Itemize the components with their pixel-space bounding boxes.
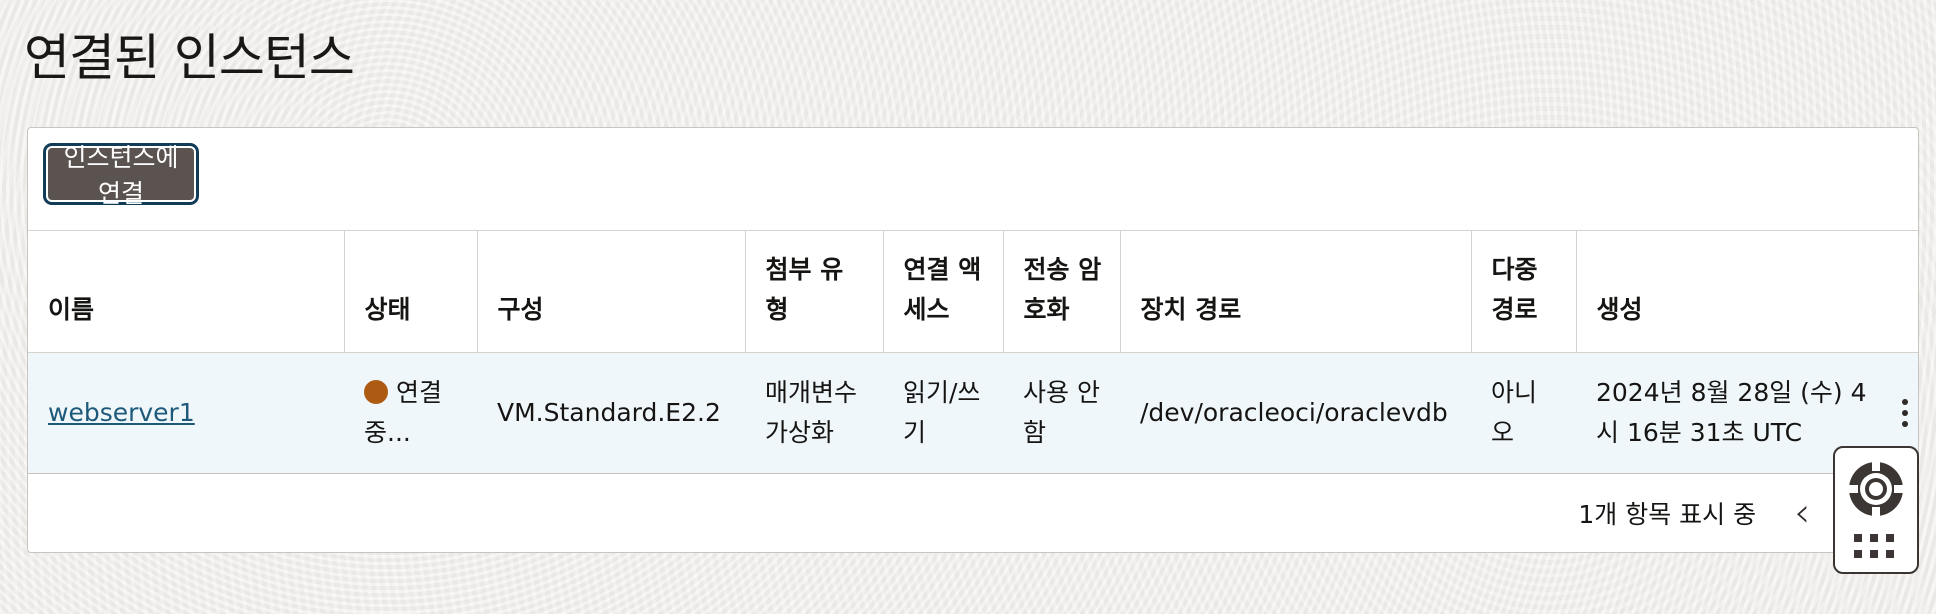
column-header-shape[interactable]: 구성 — [477, 230, 746, 353]
attached-instances-table: 이름 상태 구성 첨부 유형 연결 액세스 전송 암호화 장치 경로 다중 경로… — [28, 230, 1918, 474]
help-widget[interactable] — [1833, 446, 1919, 574]
cell-multipath: 아니오 — [1471, 352, 1576, 474]
column-header-state[interactable]: 상태 — [344, 230, 478, 353]
pagination: 1개 항목 표시 중 ‹ 1 — [28, 473, 1918, 552]
cell-encryption: 사용 안함 — [1003, 352, 1120, 474]
page-title: 연결된 인스턴스 — [24, 29, 355, 87]
items-count: 1개 항목 표시 중 — [1578, 500, 1757, 529]
cell-access: 읽기/쓰기 — [883, 352, 1003, 474]
attach-instance-button[interactable]: 인스턴스에 연결 — [46, 143, 196, 208]
created-text: 2024년 8월 28일 (수) 4시 16분 31초 UTC — [1596, 378, 1867, 447]
cell-device-path: /dev/oracleoci/oraclevdb — [1120, 352, 1471, 474]
column-header-name[interactable]: 이름 — [28, 230, 345, 353]
toolbar: 인스턴스에 연결 — [28, 128, 1918, 230]
cell-state: 연결 중... — [344, 352, 477, 474]
column-header-created[interactable]: 생성 — [1576, 230, 1918, 353]
grid-icon[interactable] — [1854, 534, 1898, 562]
cell-attachment-type: 매개변수 가상화 — [745, 352, 883, 474]
column-header-attachment-type[interactable]: 첨부 유형 — [745, 230, 884, 353]
column-header-encryption[interactable]: 전송 암호화 — [1003, 230, 1121, 353]
instance-link[interactable]: webserver1 — [48, 398, 195, 427]
table-row: webserver1 연결 중... VM.Standard.E2.2 매개변수… — [28, 352, 1918, 474]
column-header-device-path[interactable]: 장치 경로 — [1120, 230, 1472, 353]
attached-instances-panel: 인스턴스에 연결 이름 상태 구성 첨부 유형 연결 액세스 전송 암호화 장치… — [27, 127, 1919, 553]
cell-shape: VM.Standard.E2.2 — [477, 352, 745, 474]
table-header-row: 이름 상태 구성 첨부 유형 연결 액세스 전송 암호화 장치 경로 다중 경로… — [28, 230, 1918, 353]
status-dot-icon — [364, 380, 388, 404]
row-actions-kebab-icon[interactable] — [1900, 399, 1910, 427]
column-header-multipath[interactable]: 다중 경로 — [1471, 230, 1577, 353]
chevron-left-icon[interactable]: ‹ — [1794, 490, 1810, 536]
lifebuoy-icon[interactable] — [1845, 458, 1907, 520]
column-header-access[interactable]: 연결 액세스 — [883, 230, 1004, 353]
cell-name: webserver1 — [28, 352, 344, 474]
